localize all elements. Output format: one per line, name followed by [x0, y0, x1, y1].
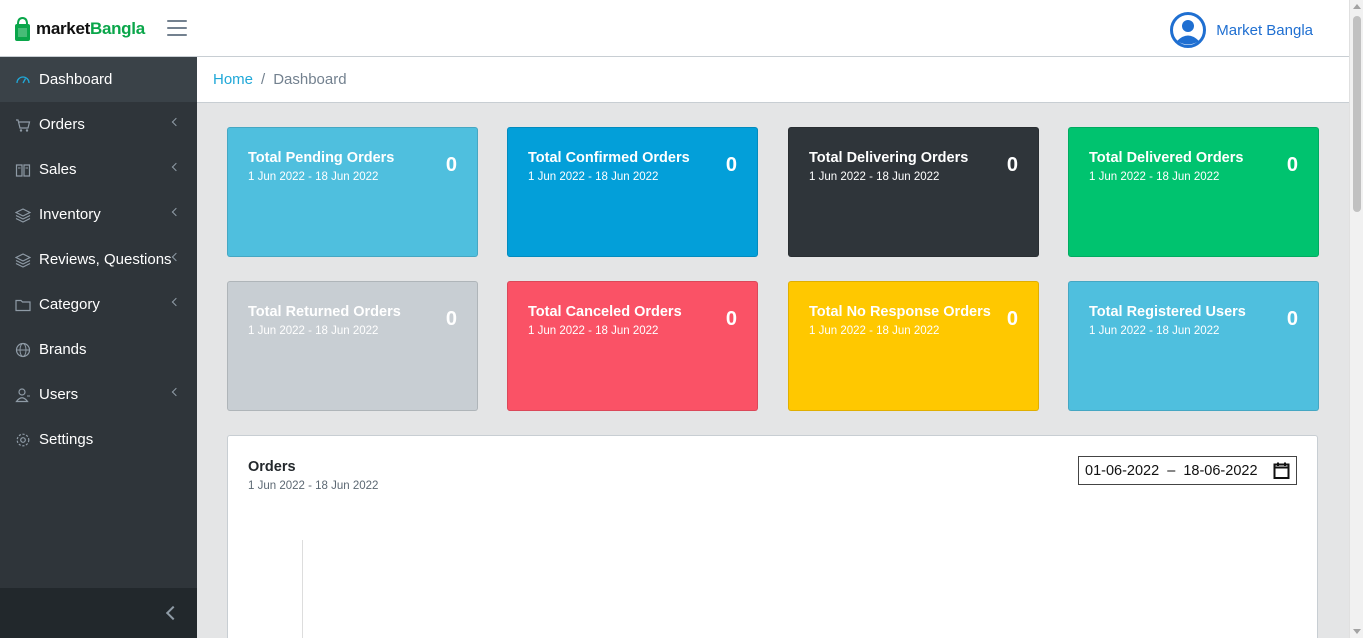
stat-card-count: 0	[445, 308, 457, 330]
stat-card-range: 1 Jun 2022 - 18 Jun 2022	[248, 171, 379, 183]
sidebar-item-label: Dashboard	[39, 71, 113, 88]
stat-card-total-canceled-orders: Total Canceled Orders 1 Jun 2022 - 18 Jun…	[507, 281, 758, 411]
chart-axis-line	[302, 540, 303, 638]
stat-card-title: Total Returned Orders	[248, 304, 401, 320]
chevron-left-icon	[165, 605, 181, 621]
breadcrumb: Home / Dashboard	[197, 57, 1349, 103]
shopping-bag-icon	[15, 16, 30, 41]
sidebar-item-settings[interactable]: Settings	[0, 417, 197, 462]
date-range-value: 01-06-2022 – 18-06-2022	[1085, 462, 1258, 479]
user-name: Market Bangla	[1216, 21, 1313, 39]
scrollbar-thumb[interactable]	[1353, 16, 1361, 212]
sidebar-item-brands[interactable]: Brands	[0, 327, 197, 372]
sidebar-item-inventory[interactable]: Inventory	[0, 192, 197, 237]
layers-icon	[15, 252, 31, 268]
stat-card-range: 1 Jun 2022 - 18 Jun 2022	[528, 171, 659, 183]
top-header: marketBangla Market Bangla	[0, 0, 1349, 57]
sidebar-item-users[interactable]: Users	[0, 372, 197, 417]
sidebar-item-sales[interactable]: Sales	[0, 147, 197, 192]
layers-icon	[15, 207, 31, 223]
sidebar-item-label: Reviews, Questions	[39, 251, 172, 268]
book-icon	[15, 163, 31, 177]
stat-card-count: 0	[1286, 308, 1298, 330]
user-avatar-icon	[1170, 12, 1207, 48]
orders-chart-panel: Orders 1 Jun 2022 - 18 Jun 2022 01-06-20…	[227, 435, 1318, 638]
user-menu[interactable]: Market Bangla	[1170, 12, 1313, 48]
stat-card-title: Total Registered Users	[1089, 304, 1246, 320]
stat-card-count: 0	[725, 308, 737, 330]
stat-card-count: 0	[1286, 154, 1298, 176]
folder-icon	[15, 299, 31, 311]
stat-card-title: Total Delivered Orders	[1089, 150, 1244, 166]
stat-card-total-registered-users: Total Registered Users 1 Jun 2022 - 18 Ju…	[1068, 281, 1319, 411]
stat-card-total-confirmed-orders: Total Confirmed Orders 1 Jun 2022 - 18 Ju…	[507, 127, 758, 257]
chevron-left-icon	[171, 387, 181, 397]
sidebar-item-label: Inventory	[39, 206, 101, 223]
stat-card-count: 0	[1006, 308, 1018, 330]
brand-logo[interactable]: marketBangla	[14, 16, 145, 42]
stat-card-total-delivered-orders: Total Delivered Orders 1 Jun 2022 - 18 Ju…	[1068, 127, 1319, 257]
stat-card-range: 1 Jun 2022 - 18 Jun 2022	[1089, 171, 1220, 183]
stat-card-range: 1 Jun 2022 - 18 Jun 2022	[248, 325, 379, 337]
brand-name: marketBangla	[36, 19, 145, 38]
menu-toggle-icon[interactable]	[167, 20, 187, 38]
breadcrumb-separator: /	[261, 71, 266, 88]
chevron-left-icon	[171, 207, 181, 217]
stat-card-range: 1 Jun 2022 - 18 Jun 2022	[809, 325, 940, 337]
stat-card-total-no-response-orders: Total No Response Orders 1 Jun 2022 - 18 …	[788, 281, 1039, 411]
stat-card-title: Total Canceled Orders	[528, 304, 682, 320]
sidebar-item-reviews-questions[interactable]: Reviews, Questions	[0, 237, 197, 282]
speedometer-icon	[16, 75, 30, 83]
sidebar-item-category[interactable]: Category	[0, 282, 197, 327]
sidebar: Dashboard Orders Sales Inventory Reviews, Qu…	[0, 57, 197, 638]
globe-icon	[15, 342, 31, 357]
chevron-left-icon	[171, 252, 181, 262]
scroll-up-icon[interactable]	[1353, 4, 1361, 9]
chevron-left-icon	[171, 162, 181, 172]
date-range-input[interactable]: 01-06-2022 – 18-06-2022	[1078, 456, 1297, 485]
stat-card-title: Total Delivering Orders	[809, 150, 969, 166]
stat-card-total-delivering-orders: Total Delivering Orders 1 Jun 2022 - 18 J…	[788, 127, 1039, 257]
stat-card-count: 0	[725, 154, 737, 176]
stat-card-count: 0	[1006, 154, 1018, 176]
stat-card-title: Total Confirmed Orders	[528, 150, 690, 166]
stat-card-range: 1 Jun 2022 - 18 Jun 2022	[809, 171, 940, 183]
sidebar-minimize-button[interactable]	[0, 588, 197, 638]
stat-card-count: 0	[445, 154, 457, 176]
scroll-down-icon[interactable]	[1353, 629, 1361, 634]
orders-panel-range: 1 Jun 2022 - 18 Jun 2022	[248, 480, 379, 492]
calendar-icon[interactable]	[1273, 462, 1290, 479]
breadcrumb-current: Dashboard	[273, 71, 347, 88]
stat-card-title: Total No Response Orders	[809, 304, 991, 320]
stat-card-total-returned-orders: Total Returned Orders 1 Jun 2022 - 18 Jun…	[227, 281, 478, 411]
sidebar-item-label: Settings	[39, 431, 94, 448]
stat-card-title: Total Pending Orders	[248, 150, 395, 166]
chevron-left-icon	[171, 297, 181, 307]
orders-panel-title: Orders	[248, 459, 296, 475]
user-icon	[15, 387, 30, 402]
sidebar-item-label: Sales	[39, 161, 77, 178]
sidebar-item-label: Orders	[39, 116, 85, 133]
chevron-left-icon	[171, 117, 181, 127]
breadcrumb-home-link[interactable]: Home	[213, 71, 253, 88]
sidebar-item-dashboard[interactable]: Dashboard	[0, 57, 197, 102]
sidebar-item-label: Category	[39, 296, 100, 313]
stat-card-range: 1 Jun 2022 - 18 Jun 2022	[1089, 325, 1220, 337]
sidebar-item-orders[interactable]: Orders	[0, 102, 197, 147]
sidebar-item-label: Users	[39, 386, 79, 403]
sidebar-item-label: Brands	[39, 341, 87, 358]
stat-card-total-pending-orders: Total Pending Orders 1 Jun 2022 - 18 Jun …	[227, 127, 478, 257]
page-scrollbar[interactable]	[1349, 0, 1363, 638]
stat-card-range: 1 Jun 2022 - 18 Jun 2022	[528, 325, 659, 337]
gear-icon	[16, 433, 30, 446]
cart-icon	[16, 118, 31, 132]
